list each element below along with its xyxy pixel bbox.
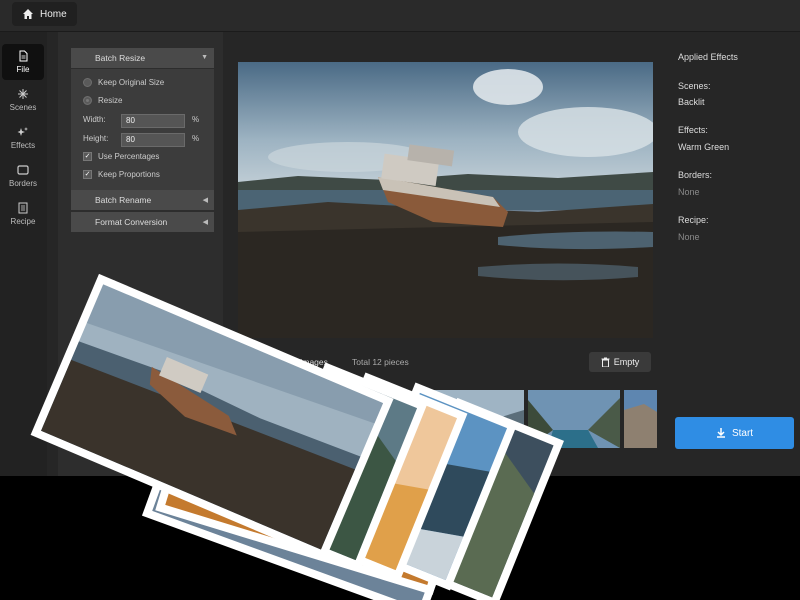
- keep-original-label: Keep Original Size: [98, 78, 165, 87]
- keep-proportions-option[interactable]: ✓ Keep Proportions: [83, 170, 160, 179]
- rail-item-borders[interactable]: Borders: [2, 158, 44, 194]
- total-count: Total 12 pieces: [352, 357, 409, 367]
- scenes-label: Scenes:: [678, 81, 711, 91]
- batch-resize-body: Keep Original Size Resize Width: 80 % He…: [71, 69, 214, 190]
- preview-photo: [238, 62, 653, 338]
- effects-value: Warm Green: [678, 142, 730, 152]
- keep-proportions-checkbox[interactable]: ✓: [83, 170, 92, 179]
- bottom-backdrop: [0, 476, 800, 600]
- effects-icon: [17, 127, 28, 136]
- resize-option[interactable]: Resize: [83, 96, 122, 105]
- width-unit: %: [192, 115, 200, 124]
- home-icon: [23, 9, 33, 19]
- keep-original-radio[interactable]: [83, 78, 92, 87]
- left-rail: File Scenes Effects Borders Recipe: [0, 32, 47, 476]
- height-unit: %: [192, 134, 200, 143]
- rail-label-scenes: Scenes: [9, 103, 37, 112]
- applied-effects-title: Applied Effects: [678, 52, 738, 62]
- rail-item-file[interactable]: File: [2, 44, 44, 80]
- width-field[interactable]: 80: [121, 114, 185, 128]
- rail-label-file: File: [16, 65, 30, 74]
- home-label: Home: [40, 8, 67, 20]
- recipe-label: Recipe:: [678, 215, 709, 225]
- caret-down-icon: ▼: [201, 54, 208, 61]
- rail-item-effects[interactable]: Effects: [2, 120, 44, 156]
- scenes-value: Backlit: [678, 97, 705, 107]
- start-button[interactable]: Start: [675, 417, 794, 449]
- rail-label-effects: Effects: [10, 141, 36, 150]
- height-field[interactable]: 80: [121, 133, 185, 147]
- recipe-value: None: [678, 232, 700, 242]
- batch-resize-header[interactable]: Batch Resize ▼: [71, 48, 214, 68]
- caret-left-icon: ◀: [202, 197, 208, 204]
- width-label: Width:: [83, 115, 106, 124]
- height-label: Height:: [83, 134, 109, 143]
- thumbnail-image: [624, 390, 657, 448]
- resize-radio[interactable]: [83, 96, 92, 105]
- download-icon: [716, 428, 725, 438]
- thumbnail-image: [430, 390, 524, 448]
- file-icon: [19, 50, 28, 62]
- effects-label: Effects:: [678, 125, 708, 135]
- thumbnail[interactable]: [624, 390, 657, 448]
- batch-rename-header[interactable]: Batch Rename ◀: [71, 190, 214, 210]
- empty-button[interactable]: Empty: [589, 352, 651, 372]
- keep-proportions-label: Keep Proportions: [98, 170, 160, 179]
- empty-label: Empty: [613, 357, 640, 367]
- use-percentages-label: Use Percentages: [98, 152, 160, 161]
- images-label: Images: [300, 357, 328, 367]
- image-preview: [238, 62, 653, 338]
- trash-icon: [601, 357, 610, 367]
- keep-original-option[interactable]: Keep Original Size: [83, 78, 164, 87]
- thumbnail[interactable]: [528, 390, 620, 448]
- batch-resize-title: Batch Resize: [95, 53, 146, 63]
- resize-label: Resize: [98, 96, 123, 105]
- batch-rename-title: Batch Rename: [95, 195, 152, 205]
- thumbnail[interactable]: [430, 390, 524, 448]
- start-label: Start: [731, 427, 754, 439]
- borders-value: None: [678, 187, 700, 197]
- home-button[interactable]: Home: [12, 2, 77, 26]
- rail-item-recipe[interactable]: Recipe: [2, 196, 44, 232]
- app-window: Home File Scenes Effects Borders Recipe …: [0, 0, 800, 476]
- rail-label-recipe: Recipe: [10, 217, 36, 226]
- sparkle-icon: [18, 89, 28, 99]
- use-percentages-checkbox[interactable]: ✓: [83, 152, 92, 161]
- border-icon: [17, 165, 29, 175]
- borders-label: Borders:: [678, 170, 713, 180]
- rail-item-scenes[interactable]: Scenes: [2, 82, 44, 118]
- caret-left-icon: ◀: [202, 219, 208, 226]
- use-percentages-option[interactable]: ✓ Use Percentages: [83, 152, 159, 161]
- recipe-icon: [18, 202, 28, 214]
- top-bar: Home: [0, 0, 800, 32]
- rail-label-borders: Borders: [8, 179, 37, 188]
- format-conversion-title: Format Conversion: [95, 217, 168, 227]
- format-conversion-header[interactable]: Format Conversion ◀: [71, 212, 214, 232]
- thumbnail-image: [528, 390, 620, 448]
